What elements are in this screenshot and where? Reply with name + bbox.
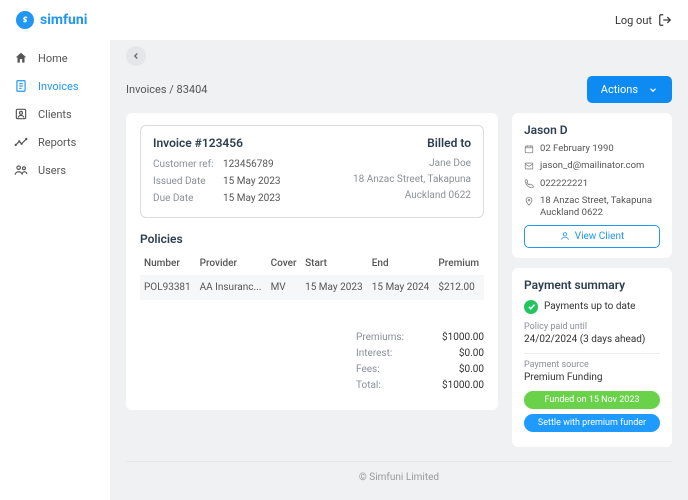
- col-provider: Provider: [196, 252, 267, 275]
- customer-ref-label: Customer ref:: [153, 156, 223, 173]
- billed-name: Jane Doe: [353, 156, 471, 172]
- cell-start: 15 May 2023: [301, 275, 368, 300]
- client-name: Jason D: [524, 123, 660, 137]
- footer-text: © Simfuni Limited: [359, 472, 439, 483]
- col-cover: Cover: [267, 252, 302, 275]
- home-icon: [14, 51, 28, 65]
- paid-until-value: 24/02/2024 (3 days ahead): [524, 334, 660, 345]
- cell-end: 15 May 2024: [368, 275, 435, 300]
- calendar-icon: [524, 144, 534, 154]
- settle-pill[interactable]: Settle with premium funder: [524, 414, 660, 432]
- total-value: $1000.00: [434, 378, 484, 394]
- payment-summary-title: Payment summary: [524, 278, 660, 292]
- billed-to-block: Jane Doe 18 Anzac Street, Takapuna Auckl…: [353, 156, 471, 207]
- issued-date-label: Issued Date: [153, 173, 223, 190]
- pin-icon: [524, 196, 534, 206]
- col-end: End: [368, 252, 435, 275]
- payment-status-text: Payments up to date: [544, 301, 635, 312]
- footer: © Simfuni Limited: [126, 461, 672, 493]
- issued-date-value: 15 May 2023: [223, 176, 281, 187]
- billed-to-label: Billed to: [427, 136, 471, 150]
- interest-label: Interest:: [356, 346, 392, 362]
- cell-premium: $212.00: [434, 275, 484, 300]
- breadcrumb: Invoices / 83404: [126, 83, 207, 96]
- totals-block: Premiums: $1000.00 Interest: $0.00 Fees: $0…: [140, 330, 484, 394]
- invoice-title: Invoice #123456: [153, 136, 243, 150]
- actions-button[interactable]: Actions: [587, 76, 672, 103]
- policies-table: Number Provider Cover Start End Premium …: [140, 252, 484, 300]
- client-email: jason_d@mailinator.com: [540, 160, 644, 172]
- reports-icon: [14, 135, 28, 149]
- due-date-label: Due Date: [153, 190, 223, 207]
- funded-pill: Funded on 15 Nov 2023: [524, 391, 660, 409]
- users-icon: [14, 163, 28, 177]
- col-premium: Premium: [434, 252, 484, 275]
- invoice-meta: Customer ref:123456789 Issued Date15 May…: [153, 156, 281, 207]
- sidebar-item-clients[interactable]: Clients: [0, 100, 110, 128]
- total-label: Total:: [356, 378, 381, 394]
- premiums-label: Premiums:: [356, 330, 404, 346]
- payment-source-value: Premium Funding: [524, 372, 660, 383]
- client-panel: Jason D 02 February 1990 jason_d@mailina…: [512, 113, 672, 258]
- payment-summary-panel: Payment summary Payments up to date Poli…: [512, 268, 672, 447]
- logout-label: Log out: [615, 14, 652, 27]
- brand-name: simfuni: [40, 12, 87, 28]
- chevron-left-icon: [131, 51, 141, 61]
- main-content: Invoices / 83404 Actions Invoice #123456…: [110, 40, 688, 500]
- paid-until-label: Policy paid until: [524, 322, 660, 332]
- view-client-button[interactable]: View Client: [524, 225, 660, 248]
- sidebar-item-reports[interactable]: Reports: [0, 128, 110, 156]
- cell-provider: AA Insuranc...: [196, 275, 267, 300]
- breadcrumb-section: Invoices: [126, 83, 167, 96]
- view-client-label: View Client: [575, 231, 625, 242]
- payment-source-label: Payment source: [524, 360, 660, 370]
- policies-title: Policies: [140, 232, 484, 246]
- client-address: 18 Anzac Street, TakapunaAuckland 0622: [540, 195, 652, 220]
- cell-number: POL93381: [140, 275, 196, 300]
- actions-label: Actions: [601, 83, 638, 96]
- sidebar-item-label: Reports: [38, 136, 76, 149]
- logout-icon: [658, 13, 672, 27]
- billed-city: Auckland 0622: [353, 188, 471, 204]
- logout-button[interactable]: Log out: [615, 13, 672, 27]
- invoice-header-box: Invoice #123456 Billed to Customer ref:1…: [140, 125, 484, 218]
- sidebar-item-label: Clients: [38, 108, 72, 121]
- topbar: simfuni Log out: [0, 0, 688, 40]
- sidebar-item-label: Users: [38, 164, 66, 177]
- sidebar-item-label: Invoices: [38, 80, 79, 93]
- breadcrumb-id: 83404: [177, 83, 208, 96]
- sidebar-item-label: Home: [38, 52, 68, 65]
- billed-street: 18 Anzac Street, Takapuna: [353, 172, 471, 188]
- client-phone: 022222221: [540, 178, 588, 190]
- payment-status: Payments up to date: [524, 300, 660, 314]
- sidebar-item-invoices[interactable]: Invoices: [0, 72, 110, 100]
- phone-icon: [524, 179, 534, 189]
- sidebar: Home Invoices Clients Reports Users: [0, 40, 110, 500]
- col-start: Start: [301, 252, 368, 275]
- clients-icon: [14, 107, 28, 121]
- premiums-value: $1000.00: [434, 330, 484, 346]
- due-date-value: 15 May 2023: [223, 193, 281, 204]
- invoice-icon: [14, 79, 28, 93]
- fees-label: Fees:: [356, 362, 380, 378]
- interest-value: $0.00: [434, 346, 484, 362]
- back-button[interactable]: [126, 46, 146, 66]
- user-icon: [560, 231, 570, 241]
- col-number: Number: [140, 252, 196, 275]
- customer-ref-value: 123456789: [223, 159, 274, 170]
- sidebar-item-home[interactable]: Home: [0, 44, 110, 72]
- check-circle-icon: [524, 300, 538, 314]
- divider: [524, 353, 660, 354]
- mail-icon: [524, 161, 534, 171]
- client-dob: 02 February 1990: [540, 143, 614, 155]
- table-row[interactable]: POL93381 AA Insuranc... MV 15 May 2023 1…: [140, 275, 484, 300]
- brand-logo: simfuni: [16, 11, 87, 29]
- brand-mark-icon: [16, 11, 34, 29]
- fees-value: $0.00: [434, 362, 484, 378]
- chevron-down-icon: [648, 85, 658, 95]
- cell-cover: MV: [267, 275, 302, 300]
- invoice-panel: Invoice #123456 Billed to Customer ref:1…: [126, 113, 498, 410]
- sidebar-item-users[interactable]: Users: [0, 156, 110, 184]
